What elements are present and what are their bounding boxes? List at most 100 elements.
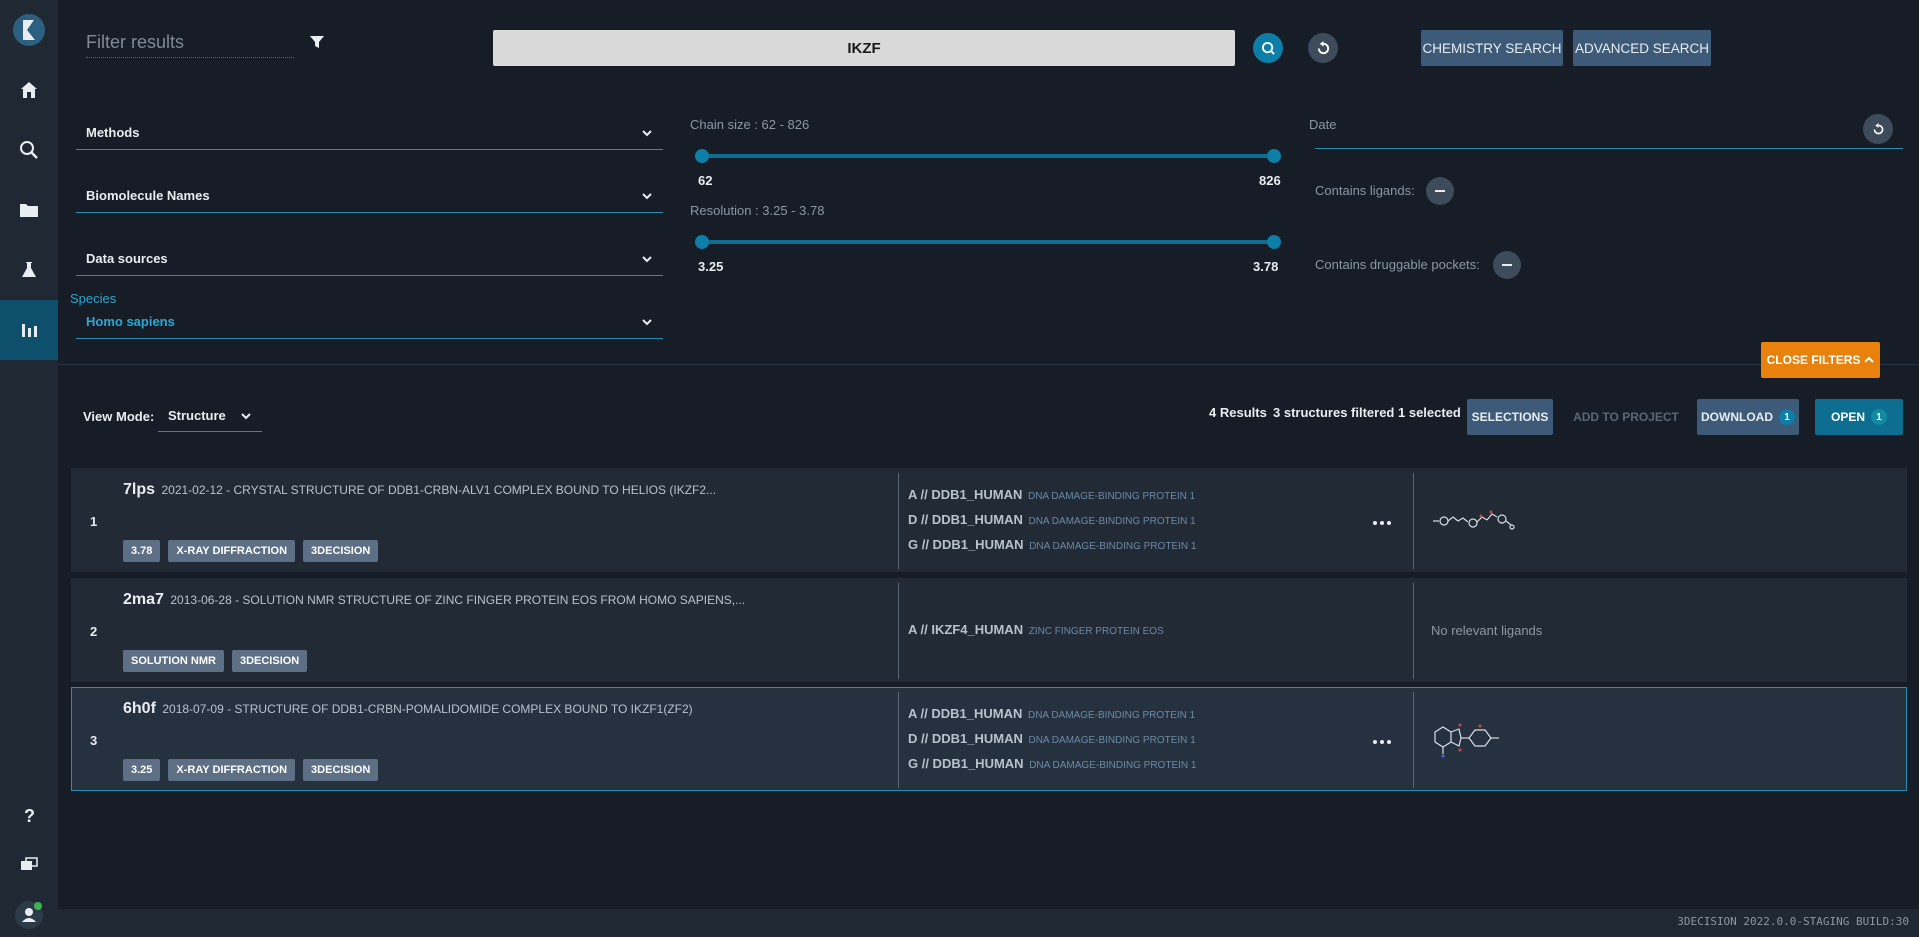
chevron-down-icon <box>642 192 652 199</box>
minus-icon <box>1502 264 1512 266</box>
tag-list: 3.25 X-RAY DIFFRACTION 3DECISION <box>123 759 379 781</box>
row-number: 3 <box>90 733 98 748</box>
pdb-id[interactable]: 6h0f <box>123 700 156 717</box>
chain-name: G // DDB1_HUMAN <box>908 756 1024 771</box>
selections-button[interactable]: SELECTIONS <box>1467 399 1553 435</box>
chain-description: DNA DAMAGE-BINDING PROTEIN 1 <box>1027 491 1196 502</box>
species-dropdown[interactable]: Homo sapiens <box>76 305 663 339</box>
pdb-id[interactable]: 7lps <box>123 481 155 498</box>
chevron-down-icon <box>642 318 652 325</box>
structures-filtered: 3 structures filtered <box>1273 405 1395 420</box>
chain-item: A // IKZF4_HUMAN ZINC FINGER PROTEIN EOS <box>908 622 1164 637</box>
column-separator <box>898 692 899 788</box>
tag: 3DECISION <box>231 650 308 672</box>
tag: X-RAY DIFFRACTION <box>168 759 296 781</box>
filter-results-input[interactable] <box>86 28 294 58</box>
chain-description: DNA DAMAGE-BINDING PROTEIN 1 <box>1028 735 1196 746</box>
folder-icon[interactable] <box>0 180 58 240</box>
advanced-search-button[interactable]: ADVANCED SEARCH <box>1573 30 1711 66</box>
app-logo[interactable] <box>12 10 46 50</box>
row-number: 1 <box>90 514 98 529</box>
search-icon <box>1261 41 1275 55</box>
tag: SOLUTION NMR <box>123 650 224 672</box>
resolution-max-value: 3.78 <box>1253 259 1279 274</box>
open-label: OPEN <box>1830 410 1865 424</box>
close-filters-button[interactable]: CLOSE FILTERS <box>1761 342 1880 378</box>
open-button[interactable]: OPEN 1 <box>1815 399 1903 435</box>
species-label: Species <box>70 291 117 306</box>
data-sources-dropdown[interactable]: Data sources <box>76 242 663 276</box>
chain-description: DNA DAMAGE-BINDING PROTEIN 1 <box>1027 710 1196 721</box>
tag: 3.25 <box>123 759 161 781</box>
row-title: 2018-07-09 - STRUCTURE OF DDB1-CRBN-POMA… <box>162 702 693 716</box>
more-options-icon[interactable] <box>1373 521 1391 525</box>
user-avatar-icon[interactable] <box>0 885 58 937</box>
resolution-track[interactable] <box>702 240 1276 244</box>
contains-druggable-label: Contains druggable pockets: <box>1315 257 1480 272</box>
row-header: 7lps 2021-02-12 - CRYSTAL STRUCTURE OF D… <box>123 481 716 499</box>
search-icon[interactable] <box>0 120 58 180</box>
minus-icon <box>1435 190 1445 192</box>
biomolecule-names-dropdown[interactable]: Biomolecule Names <box>76 179 663 213</box>
chain-item: A // DDB1_HUMAN DNA DAMAGE-BINDING PROTE… <box>908 706 1195 721</box>
svg-text:?: ? <box>24 806 35 825</box>
bar-chart-icon[interactable] <box>0 300 58 360</box>
contains-ligands-toggle[interactable] <box>1426 177 1454 205</box>
tag: 3.78 <box>123 540 161 562</box>
results-count: 4 Results <box>1209 405 1267 420</box>
resolution-min-value: 3.25 <box>698 259 724 274</box>
chain-description: DNA DAMAGE-BINDING PROTEIN 1 <box>1029 760 1197 771</box>
species-value: Homo sapiens <box>86 314 175 329</box>
add-to-project-button[interactable]: ADD TO PROJECT <box>1571 399 1681 435</box>
resolution-label: Resolution : 3.25 - 3.78 <box>690 203 825 218</box>
resolution-max-handle[interactable] <box>1267 235 1281 249</box>
chain-item: D // DDB1_HUMAN DNA DAMAGE-BINDING PROTE… <box>908 512 1196 527</box>
row-header: 6h0f 2018-07-09 - STRUCTURE OF DDB1-CRBN… <box>123 700 693 718</box>
download-button[interactable]: DOWNLOAD 1 <box>1697 399 1799 435</box>
ligand-structure-icon[interactable] <box>1431 505 1515 533</box>
chain-name: D // DDB1_HUMAN <box>908 512 1023 527</box>
date-field[interactable] <box>1315 148 1903 149</box>
more-options-icon[interactable] <box>1373 740 1391 744</box>
chemistry-search-button[interactable]: CHEMISTRY SEARCH <box>1421 30 1563 66</box>
view-mode-value: Structure <box>168 408 226 423</box>
flask-icon[interactable] <box>0 240 58 300</box>
chain-name: A // DDB1_HUMAN <box>908 706 1023 721</box>
chain-size-max-value: 826 <box>1259 173 1281 188</box>
result-row[interactable]: 1 7lps 2021-02-12 - CRYSTAL STRUCTURE OF… <box>71 468 1907 572</box>
reset-icon <box>1873 122 1883 134</box>
result-row[interactable]: 2 2ma7 2013-06-28 - SOLUTION NMR STRUCTU… <box>71 578 1907 682</box>
no-ligands-text: No relevant ligands <box>1431 623 1543 638</box>
view-mode-select[interactable]: Structure <box>158 400 262 432</box>
search-button[interactable] <box>1253 33 1283 63</box>
column-separator <box>898 583 899 679</box>
chevron-up-icon <box>1864 356 1875 363</box>
result-row[interactable]: 3 6h0f 2018-07-09 - STRUCTURE OF DDB1-CR… <box>71 687 1907 791</box>
resolution-min-handle[interactable] <box>695 235 709 249</box>
date-reset-button[interactable] <box>1863 114 1893 144</box>
build-version: 3DECISION 2022.0.0-STAGING BUILD:30 <box>1677 915 1909 928</box>
chain-name: G // DDB1_HUMAN <box>908 537 1024 552</box>
reset-button[interactable] <box>1308 33 1338 63</box>
chain-size-track[interactable] <box>702 154 1276 158</box>
row-title: 2013-06-28 - SOLUTION NMR STRUCTURE OF Z… <box>170 593 746 607</box>
chain-item: A // DDB1_HUMAN DNA DAMAGE-BINDING PROTE… <box>908 487 1195 502</box>
methods-dropdown[interactable]: Methods <box>76 116 663 150</box>
chain-name: A // IKZF4_HUMAN <box>908 622 1024 637</box>
chain-item: G // DDB1_HUMAN DNA DAMAGE-BINDING PROTE… <box>908 537 1196 552</box>
search-query-input[interactable]: IKZF <box>493 30 1235 66</box>
chain-name: A // DDB1_HUMAN <box>908 487 1023 502</box>
tag: X-RAY DIFFRACTION <box>168 540 296 562</box>
pdb-id[interactable]: 2ma7 <box>123 591 164 608</box>
tag-list: 3.78 X-RAY DIFFRACTION 3DECISION <box>123 540 379 562</box>
row-title: 2021-02-12 - CRYSTAL STRUCTURE OF DDB1-C… <box>161 483 717 497</box>
chain-size-min-handle[interactable] <box>695 149 709 163</box>
chain-item: G // DDB1_HUMAN DNA DAMAGE-BINDING PROTE… <box>908 756 1196 771</box>
contains-druggable-toggle[interactable] <box>1493 251 1521 279</box>
ligand-structure-icon[interactable] <box>1431 714 1515 762</box>
row-number: 2 <box>90 624 98 639</box>
filter-icon[interactable] <box>309 34 325 50</box>
open-count-badge: 1 <box>1871 409 1887 425</box>
home-icon[interactable] <box>0 60 58 120</box>
chain-size-max-handle[interactable] <box>1267 149 1281 163</box>
